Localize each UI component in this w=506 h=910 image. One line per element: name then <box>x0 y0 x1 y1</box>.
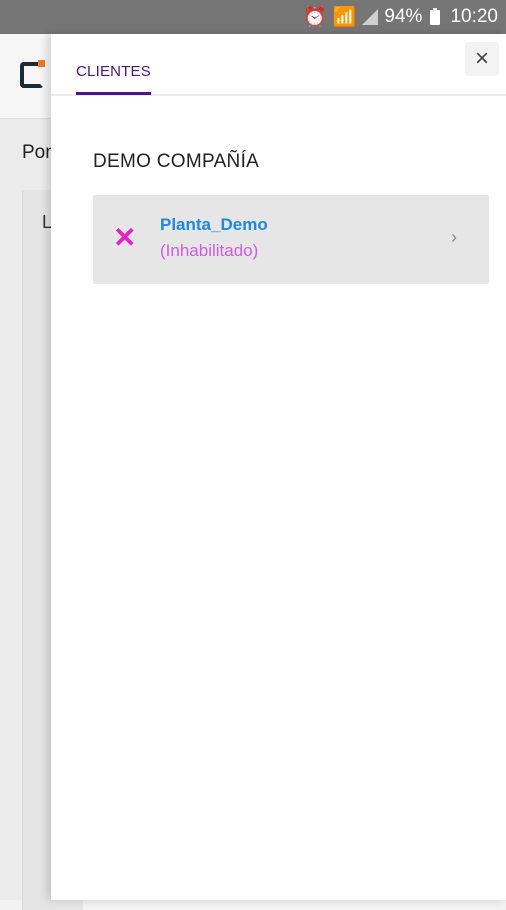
alarm-icon: ⏰ <box>303 7 327 28</box>
client-state: (Inhabilitado) <box>160 241 259 260</box>
battery-icon <box>430 7 441 25</box>
clock: 10:20 <box>450 6 498 27</box>
tab-clientes[interactable]: CLIENTES <box>76 63 151 80</box>
close-button[interactable]: × <box>465 42 499 76</box>
status-bar: ⏰ 📶 94% 10:20 <box>0 0 506 34</box>
chevron-right-icon: › <box>451 227 457 247</box>
app-logo-dot <box>38 60 45 67</box>
active-tab-indicator <box>76 92 151 95</box>
company-name: DEMO COMPAÑÍA <box>93 151 260 172</box>
wifi-icon: 📶 <box>332 7 357 28</box>
disabled-x-icon: ✕ <box>113 222 137 253</box>
clients-drawer: CLIENTES × DEMO COMPAÑÍA ✕ Planta_Demo (… <box>51 34 506 900</box>
client-name: Planta_Demo <box>160 215 268 234</box>
client-list-item[interactable]: ✕ Planta_Demo (Inhabilitado) › <box>93 195 489 284</box>
battery-percentage: 94% <box>384 6 423 27</box>
signal-icon <box>362 9 379 25</box>
close-icon: × <box>474 45 489 72</box>
